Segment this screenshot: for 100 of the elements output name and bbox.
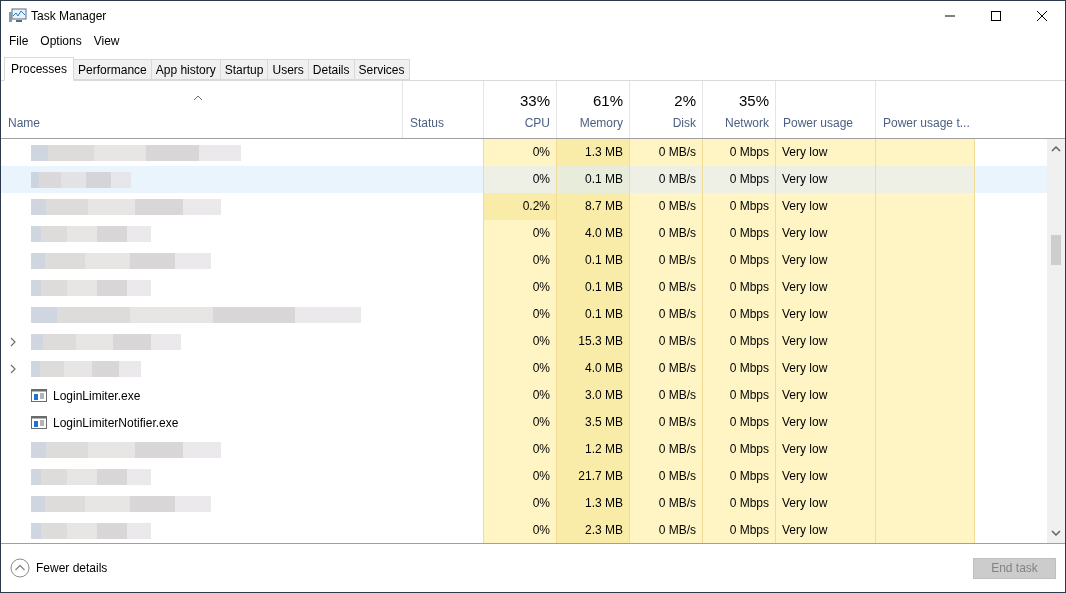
table-cell: 0 MB/s	[629, 436, 702, 463]
table-row[interactable]: 0% 1.3 MB 0 MB/s 0 Mbps Very low	[1, 139, 1047, 166]
table-cell: 1.3 MB	[556, 490, 629, 517]
close-icon[interactable]	[1037, 11, 1047, 21]
column-header[interactable]: Power usage t...	[883, 114, 970, 132]
window-app-icon	[31, 389, 47, 402]
table-cell: 0 MB/s	[629, 382, 702, 409]
table-cell: Very low	[775, 409, 875, 436]
table-row[interactable]: 0% 0.1 MB 0 MB/s 0 Mbps Very low	[1, 247, 1047, 274]
table-row[interactable]: 0% 2.3 MB 0 MB/s 0 Mbps Very low	[1, 517, 1047, 543]
table-row[interactable]: 0% 0.1 MB 0 MB/s 0 Mbps Very low	[1, 301, 1047, 328]
expand-chevron-icon[interactable]	[10, 336, 16, 347]
scrollbar-thumb[interactable]	[1051, 235, 1061, 265]
table-row[interactable]: LoginLimiterNotifier.exe 0% 3.5 MB 0 MB/s 0 Mbps Very low	[1, 409, 1047, 436]
menu-item[interactable]: File	[3, 32, 35, 50]
table-cell: 3.5 MB	[556, 409, 629, 436]
table-cell: 0 Mbps	[702, 301, 775, 328]
tab[interactable]: Services	[354, 59, 410, 80]
column-total: 61%	[592, 90, 623, 111]
tab[interactable]: Performance	[74, 59, 152, 80]
scrollbar[interactable]	[1047, 139, 1065, 543]
table-cell: 0.1 MB	[556, 301, 629, 328]
sort-caret-icon	[193, 95, 203, 101]
menu-item[interactable]: Options	[34, 32, 88, 50]
table-cell: 0.1 MB	[556, 247, 629, 274]
table-cell: 0 MB/s	[629, 301, 702, 328]
column-header[interactable]: Memory	[579, 114, 623, 132]
table-cell: 1.2 MB	[556, 436, 629, 463]
column-total: 33%	[519, 90, 550, 111]
column-header[interactable]: Power usage	[783, 114, 854, 132]
column-header[interactable]: Disk	[672, 114, 696, 132]
tab[interactable]: Processes	[4, 57, 75, 81]
table-row[interactable]: 0% 0.1 MB 0 MB/s 0 Mbps Very low	[1, 166, 1047, 193]
collapse-icon[interactable]	[10, 558, 30, 578]
table-cell: 0%	[483, 463, 556, 490]
table-row[interactable]: 0% 1.2 MB 0 MB/s 0 Mbps Very low	[1, 436, 1047, 463]
column-header[interactable]: Status	[410, 114, 445, 132]
table-row[interactable]: LoginLimiter.exe 0% 3.0 MB 0 MB/s 0 Mbps Very low	[1, 382, 1047, 409]
table-cell: 4.0 MB	[556, 355, 629, 382]
table-cell: 0.1 MB	[556, 166, 629, 193]
table-cell: 0 Mbps	[702, 274, 775, 301]
table-row[interactable]: 0% 4.0 MB 0 MB/s 0 Mbps Very low	[1, 220, 1047, 247]
column-total: 35%	[738, 90, 769, 111]
column-header[interactable]: Network	[725, 114, 769, 132]
scroll-up-icon[interactable]	[1051, 145, 1061, 153]
table-cell: 0%	[483, 382, 556, 409]
tab[interactable]: Users	[268, 59, 309, 80]
tab[interactable]: Details	[308, 59, 355, 80]
table-cell: 0 Mbps	[702, 193, 775, 220]
table-row[interactable]: 0% 15.3 MB 0 MB/s 0 Mbps Very low	[1, 328, 1047, 355]
column-header[interactable]: CPU	[524, 114, 550, 132]
table-cell: 3.0 MB	[556, 382, 629, 409]
table-cell: 0%	[483, 355, 556, 382]
scroll-down-icon[interactable]	[1051, 529, 1061, 537]
table-cell: Very low	[775, 139, 875, 166]
table-cell: 0%	[483, 220, 556, 247]
maximize-icon[interactable]	[991, 11, 1001, 21]
expand-chevron-icon[interactable]	[10, 363, 16, 374]
table-cell: Very low	[775, 490, 875, 517]
table-cell: 0 MB/s	[629, 409, 702, 436]
table-cell: 0 MB/s	[629, 247, 702, 274]
table-cell: 0 Mbps	[702, 436, 775, 463]
table-cell: 0 Mbps	[702, 166, 775, 193]
table-cell: 0 Mbps	[702, 247, 775, 274]
column-header[interactable]: Name	[8, 114, 40, 132]
table-cell: 2.3 MB	[556, 517, 629, 543]
fewer-details-link[interactable]: Fewer details	[36, 559, 108, 577]
table-cell: 0 MB/s	[629, 166, 702, 193]
table-cell: 4.0 MB	[556, 220, 629, 247]
table-cell: 0 MB/s	[629, 490, 702, 517]
table-row[interactable]: 0% 1.3 MB 0 MB/s 0 Mbps Very low	[1, 490, 1047, 517]
process-name: LoginLimiterNotifier.exe	[53, 414, 179, 432]
app-icon	[9, 8, 27, 24]
table-cell: Very low	[775, 274, 875, 301]
menu-item[interactable]: View	[87, 32, 126, 50]
table-cell: Very low	[775, 436, 875, 463]
table-cell: 0 Mbps	[702, 490, 775, 517]
table-row[interactable]: 0% 0.1 MB 0 MB/s 0 Mbps Very low	[1, 274, 1047, 301]
table-cell: Very low	[775, 247, 875, 274]
tab[interactable]: Startup	[220, 59, 269, 80]
table-row[interactable]: 0% 21.7 MB 0 MB/s 0 Mbps Very low	[1, 463, 1047, 490]
table-cell: 0%	[483, 490, 556, 517]
table-cell: 0 Mbps	[702, 220, 775, 247]
table-cell: 0%	[483, 139, 556, 166]
tab[interactable]: App history	[151, 59, 221, 80]
table-cell: 0 Mbps	[702, 382, 775, 409]
table-cell: 0 Mbps	[702, 517, 775, 543]
table-cell: 0%	[483, 247, 556, 274]
table-cell: 0 MB/s	[629, 463, 702, 490]
process-name: LoginLimiter.exe	[53, 387, 141, 405]
table-cell: 0%	[483, 328, 556, 355]
table-cell: 0 MB/s	[629, 517, 702, 543]
table-cell: 0%	[483, 436, 556, 463]
table-row[interactable]: 0% 4.0 MB 0 MB/s 0 Mbps Very low	[1, 355, 1047, 382]
table-cell: 0 Mbps	[702, 139, 775, 166]
table-cell: 0 MB/s	[629, 355, 702, 382]
table-cell: Very low	[775, 355, 875, 382]
table-row[interactable]: 0.2% 8.7 MB 0 MB/s 0 Mbps Very low	[1, 193, 1047, 220]
table-cell: 0%	[483, 166, 556, 193]
table-cell: 0 Mbps	[702, 328, 775, 355]
